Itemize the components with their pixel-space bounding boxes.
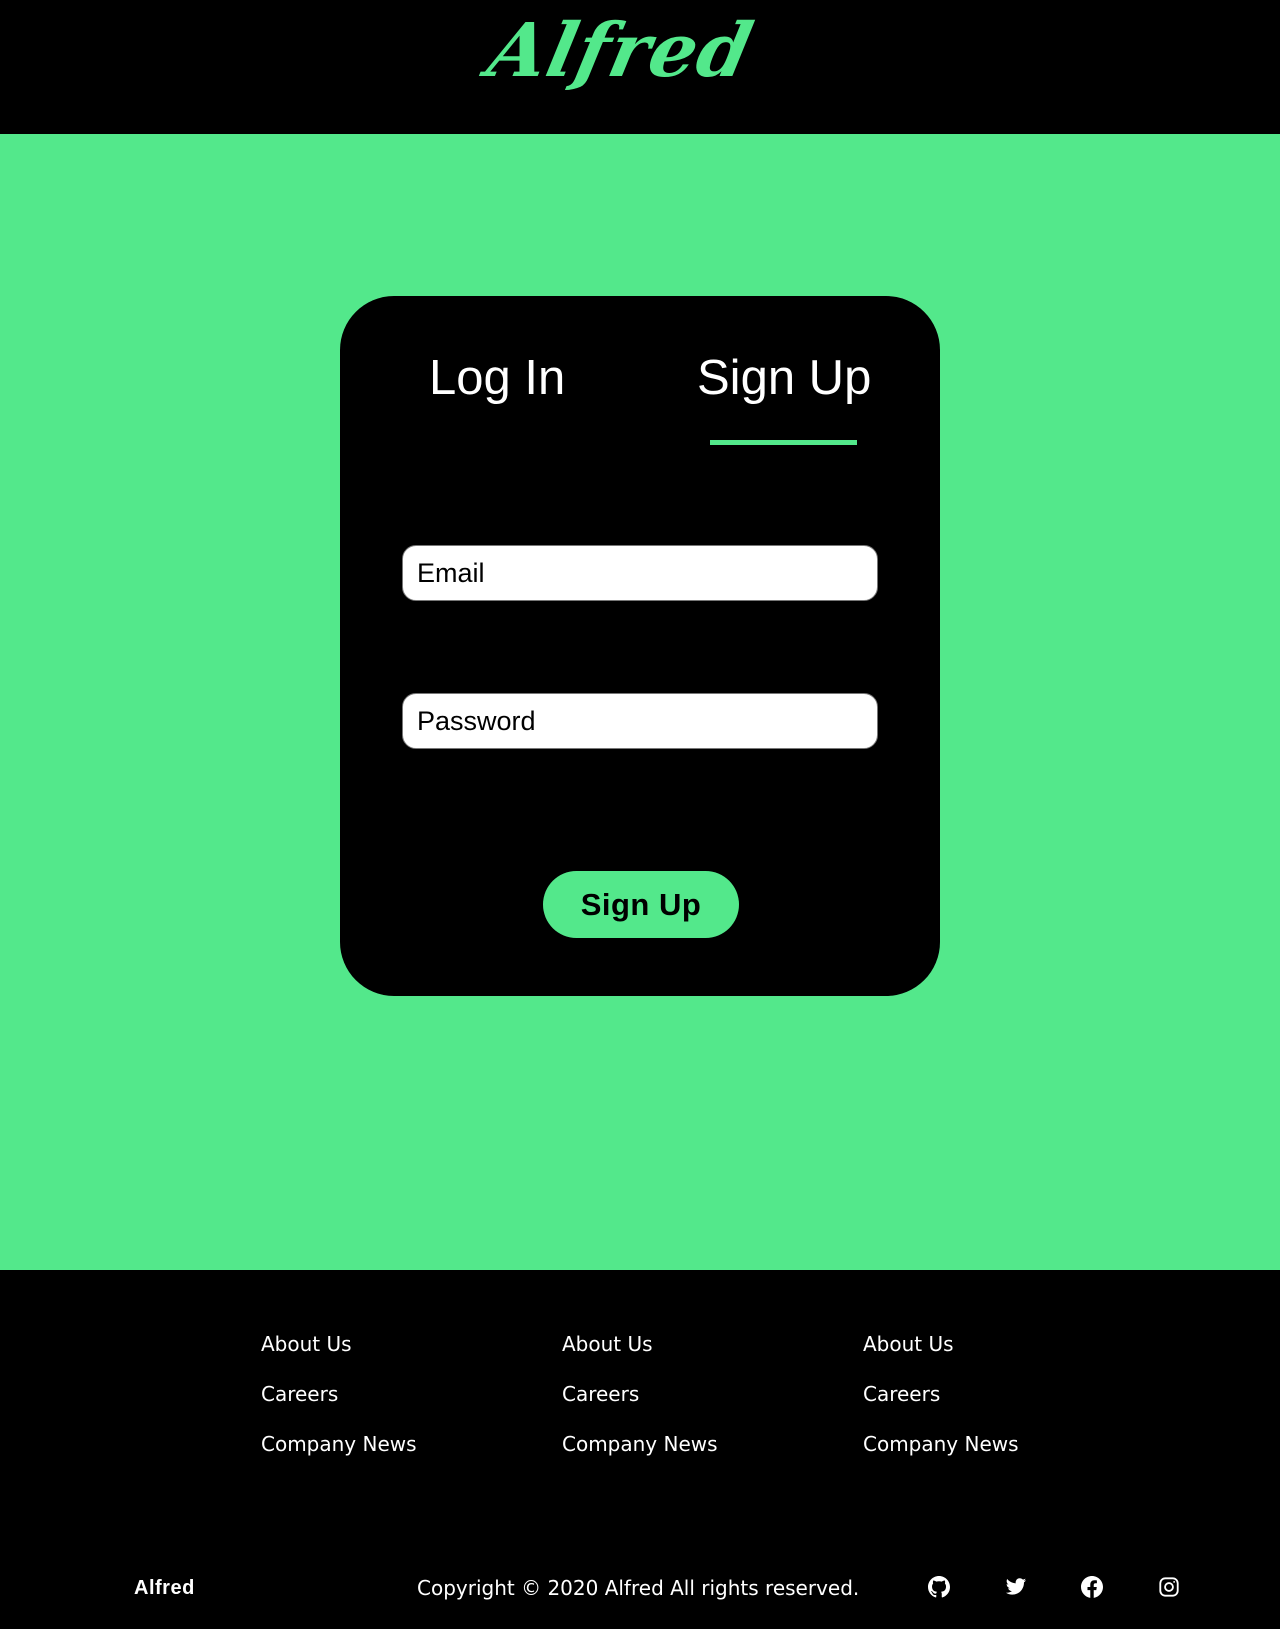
- github-icon[interactable]: [928, 1576, 952, 1600]
- logo[interactable]: Alfred: [481, 8, 760, 94]
- auth-card: Log In Sign Up Sign Up: [340, 296, 940, 996]
- facebook-icon[interactable]: [1081, 1576, 1105, 1600]
- twitter-icon[interactable]: [1005, 1576, 1029, 1600]
- footer-column-1: About Us Careers Company News: [261, 1332, 417, 1482]
- footer-link-about-us[interactable]: About Us: [562, 1332, 718, 1382]
- email-input[interactable]: [402, 545, 878, 601]
- active-tab-indicator: [710, 440, 857, 445]
- tab-sign-up[interactable]: Sign Up: [697, 351, 871, 406]
- password-input[interactable]: [402, 693, 878, 749]
- footer-link-about-us[interactable]: About Us: [261, 1332, 417, 1382]
- footer-brand[interactable]: Alfred: [134, 1577, 195, 1600]
- sign-up-button[interactable]: Sign Up: [543, 871, 739, 938]
- footer-link-about-us[interactable]: About Us: [863, 1332, 1019, 1382]
- copyright-text: Copyright © 2020 Alfred All rights reser…: [417, 1576, 860, 1600]
- footer-link-company-news[interactable]: Company News: [863, 1432, 1019, 1482]
- tab-log-in[interactable]: Log In: [429, 351, 565, 406]
- site-header: Alfred: [0, 0, 1280, 134]
- footer-link-careers[interactable]: Careers: [562, 1382, 718, 1432]
- footer-link-careers[interactable]: Careers: [863, 1382, 1019, 1432]
- footer-column-3: About Us Careers Company News: [863, 1332, 1019, 1482]
- footer-link-careers[interactable]: Careers: [261, 1382, 417, 1432]
- instagram-icon[interactable]: [1158, 1576, 1182, 1600]
- site-footer: About Us Careers Company News About Us C…: [0, 1270, 1280, 1629]
- footer-link-company-news[interactable]: Company News: [562, 1432, 718, 1482]
- footer-link-company-news[interactable]: Company News: [261, 1432, 417, 1482]
- footer-column-2: About Us Careers Company News: [562, 1332, 718, 1482]
